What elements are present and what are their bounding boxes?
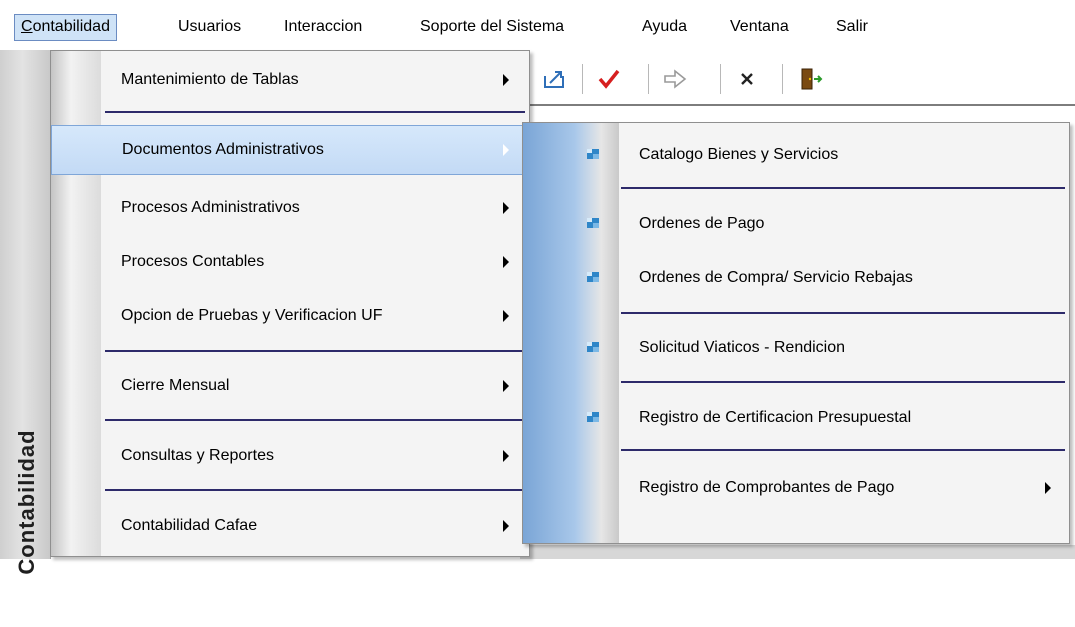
workspace-background [520,545,1075,559]
contabilidad-dropdown: Mantenimiento de Tablas Documentos Admin… [50,50,530,557]
exit-door-icon[interactable] [794,64,828,94]
forward-arrow-icon[interactable] [658,64,692,94]
menu-item-consultas-y-reportes[interactable]: Consultas y Reportes [51,431,529,481]
menu-interaccion[interactable]: Interaccion [278,15,368,39]
documentos-administrativos-submenu: Catalogo Bienes y Servicios Ordenes de P… [522,122,1070,544]
menu-item-cierre-mensual[interactable]: Cierre Mensual [51,361,529,411]
menu-item-label: Documentos Administrativos [122,141,324,158]
form-icon [587,342,599,352]
menu-soporte-del-sistema[interactable]: Soporte del Sistema [414,15,570,39]
check-icon[interactable] [592,64,626,94]
side-banner-title: Contabilidad [14,429,39,575]
submenu-item-registro-de-certificacion[interactable]: Registro de Certificacion Presupuestal [523,395,1069,441]
submenu-arrow-icon [503,202,509,214]
menu-contabilidad[interactable]: Contabilidad [14,14,117,41]
menu-ayuda[interactable]: Ayuda [636,15,693,39]
form-icon [587,272,599,282]
submenu-item-label: Catalogo Bienes y Servicios [639,146,839,163]
toolbar-separator [782,64,783,94]
menu-item-mantenimiento-de-tablas[interactable]: Mantenimiento de Tablas [51,55,529,105]
menu-item-procesos-contables[interactable]: Procesos Contables [51,237,529,287]
toolbar-border [520,104,1075,106]
menu-salir[interactable]: Salir [830,15,874,39]
submenu-item-label: Ordenes de Compra/ Servicio Rebajas [639,269,913,286]
menu-item-label: Mantenimiento de Tablas [121,71,299,88]
toolbar-separator [582,64,583,94]
menu-ventana[interactable]: Ventana [724,15,795,39]
submenu-item-ordenes-de-pago[interactable]: Ordenes de Pago [523,201,1069,247]
submenu-separator [621,312,1065,314]
submenu-arrow-icon [503,380,509,392]
submenu-item-label: Solicitud Viaticos - Rendicion [639,339,846,356]
submenu-arrow-icon [503,520,509,532]
side-banner: Contabilidad [0,50,51,575]
close-x-icon[interactable] [730,64,764,94]
submenu-item-ordenes-de-compra[interactable]: Ordenes de Compra/ Servicio Rebajas [523,255,1069,301]
export-icon[interactable] [538,64,572,94]
menu-separator [105,419,525,421]
menu-item-procesos-administrativos[interactable]: Procesos Administrativos [51,183,529,233]
form-icon [587,218,599,228]
menu-item-documentos-administrativos[interactable]: Documentos Administrativos [51,125,529,175]
submenu-separator [621,449,1065,451]
submenu-arrow-icon [503,450,509,462]
submenu-separator [621,381,1065,383]
menu-item-label: Consultas y Reportes [121,447,274,464]
menu-separator [105,489,525,491]
submenu-item-label: Registro de Certificacion Presupuestal [639,409,912,426]
menu-item-opcion-de-pruebas[interactable]: Opcion de Pruebas y Verificacion UF [51,291,529,341]
menu-separator [105,350,525,352]
menu-separator [105,111,525,113]
menu-contabilidad-label: ontabilidad [32,18,110,35]
submenu-item-label: Ordenes de Pago [639,215,765,232]
submenu-separator [621,187,1065,189]
toolbar [520,58,1075,100]
menu-item-contabilidad-cafae[interactable]: Contabilidad Cafae [51,501,529,551]
submenu-arrow-icon [503,74,509,86]
submenu-arrow-icon [503,144,509,156]
menu-item-label: Opcion de Pruebas y Verificacion UF [121,307,383,324]
form-icon [587,412,599,422]
submenu-arrow-icon [503,310,509,322]
menu-item-label: Procesos Administrativos [121,199,300,216]
submenu-arrow-icon [1045,482,1051,494]
submenu-item-solicitud-viaticos[interactable]: Solicitud Viaticos - Rendicion [523,325,1069,371]
submenu-item-registro-de-comprobantes[interactable]: Registro de Comprobantes de Pago [523,465,1069,511]
menu-item-label: Procesos Contables [121,253,265,270]
submenu-arrow-icon [503,256,509,268]
form-icon [587,149,599,159]
toolbar-separator [648,64,649,94]
menu-item-label: Cierre Mensual [121,377,230,394]
submenu-item-label: Registro de Comprobantes de Pago [639,479,895,496]
menu-usuarios[interactable]: Usuarios [172,15,247,39]
menu-item-label: Contabilidad Cafae [121,517,258,534]
toolbar-separator [720,64,721,94]
submenu-item-catalogo-bienes-y-servicios[interactable]: Catalogo Bienes y Servicios [523,132,1069,178]
menu-bar: Contabilidad Usuarios Interaccion Soport… [0,0,1075,44]
